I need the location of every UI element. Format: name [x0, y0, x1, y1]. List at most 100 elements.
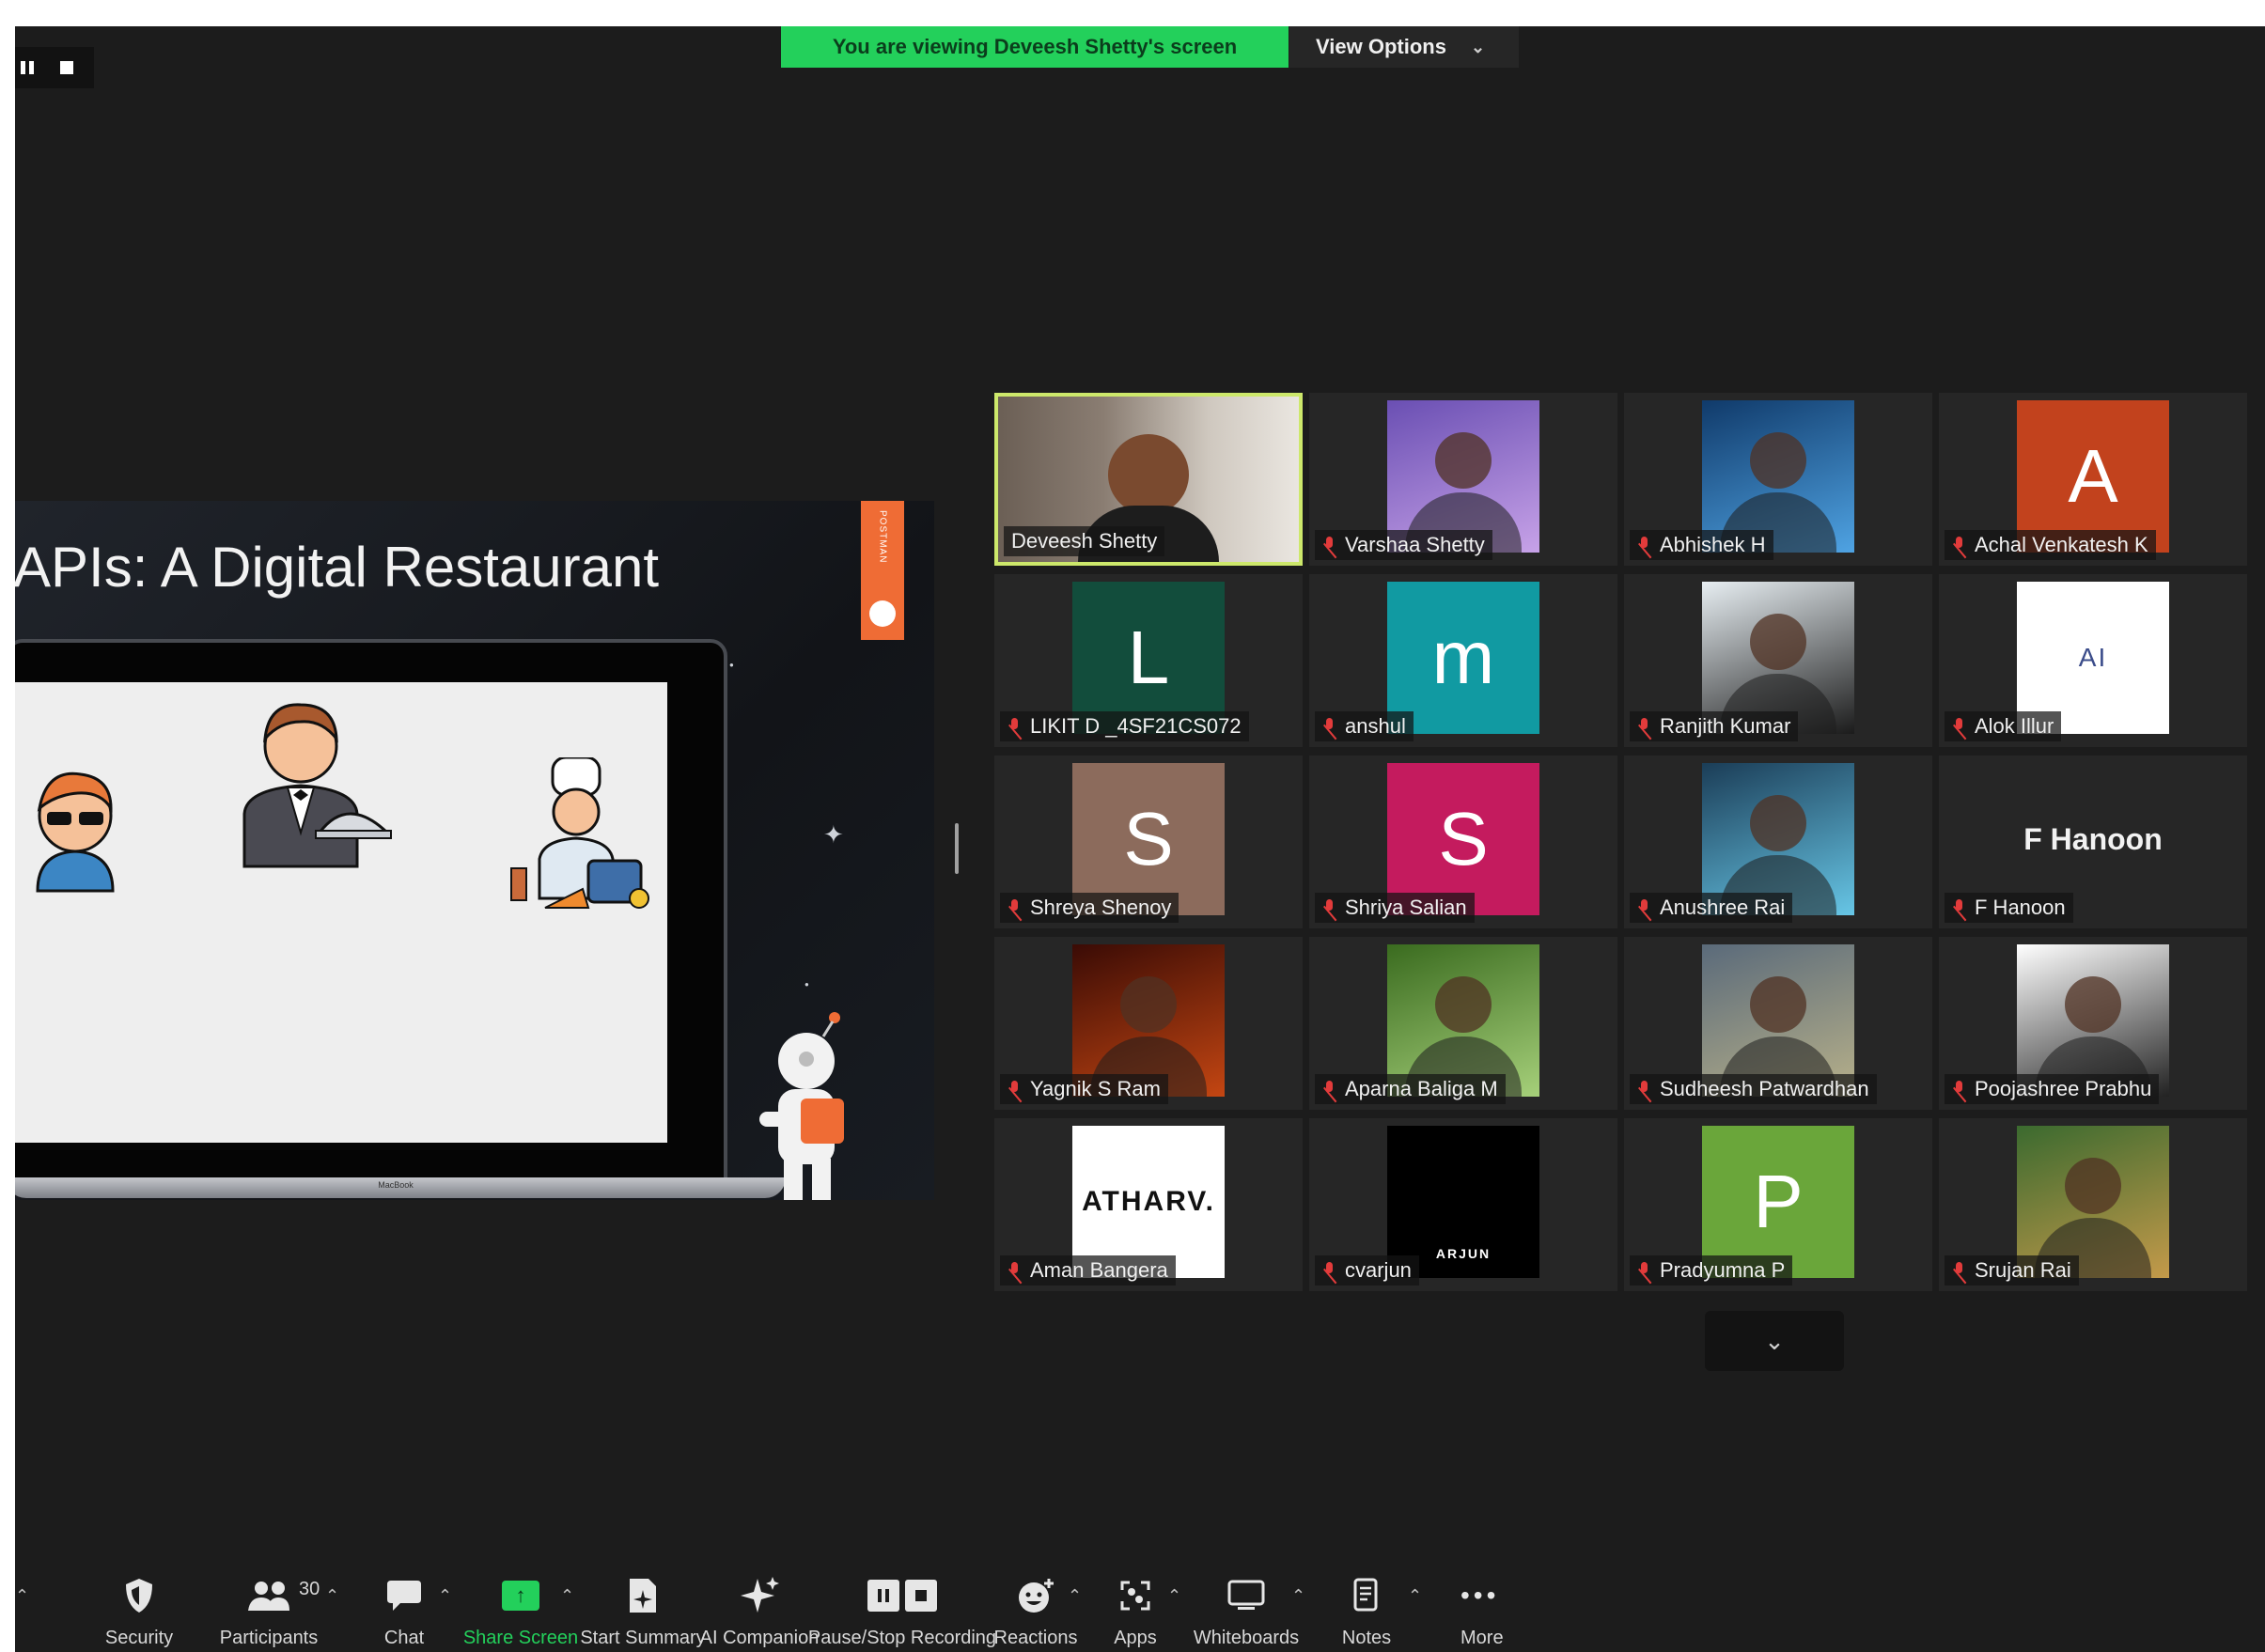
- apps-button[interactable]: Apps: [1098, 1573, 1173, 1652]
- shield-icon: [122, 1573, 156, 1618]
- participant-name: Sudheesh Patwardhan: [1660, 1077, 1869, 1100]
- smiley-icon: [1017, 1573, 1054, 1618]
- reactions-label: Reactions: [993, 1628, 1078, 1648]
- participant-tile[interactable]: AI Alok Illur: [1939, 574, 2247, 747]
- participant-name-label: Abhishek H: [1630, 530, 1773, 560]
- participant-name-label: Alok Illur: [1945, 711, 2062, 741]
- whiteboards-button[interactable]: Whiteboards: [1180, 1573, 1312, 1652]
- participant-name: Pradyumna P: [1660, 1258, 1786, 1282]
- sparkle-icon: [739, 1573, 780, 1618]
- apps-icon: [1118, 1573, 1152, 1618]
- split-view-divider[interactable]: [955, 823, 959, 874]
- laptop-brand: MacBook: [378, 1180, 414, 1190]
- more-button[interactable]: ••• More: [1461, 1573, 1536, 1652]
- participant-tile[interactable]: Deveesh Shetty: [994, 393, 1303, 566]
- participant-name: Achal Venkatesh K: [1975, 533, 2148, 556]
- participant-name: Varshaa Shetty: [1345, 533, 1485, 556]
- caret-up-icon[interactable]: ⌃: [1408, 1586, 1422, 1606]
- chevron-down-icon: ⌄: [1470, 37, 1486, 56]
- chef-icon: [510, 757, 649, 909]
- participant-name: Shreya Shenoy: [1030, 896, 1172, 919]
- star-icon: ●: [729, 661, 734, 669]
- participants-button[interactable]: 30 Participants: [203, 1573, 335, 1652]
- whiteboards-label: Whiteboards: [1193, 1628, 1300, 1648]
- person-head: [1750, 614, 1806, 670]
- participant-name: anshul: [1345, 714, 1406, 738]
- participant-tile[interactable]: Poojashree Prabhu: [1939, 937, 2247, 1110]
- postman-logo-icon: [869, 600, 896, 627]
- muted-mic-icon: [1637, 1262, 1652, 1285]
- participant-tile[interactable]: P Pradyumna P: [1624, 1118, 1932, 1291]
- star-icon: ●: [804, 980, 809, 989]
- participant-name-label: Ranjith Kumar: [1630, 711, 1799, 741]
- security-button[interactable]: Security: [73, 1573, 205, 1652]
- caret-up-icon[interactable]: ⌃: [15, 1586, 29, 1606]
- person-head: [2065, 976, 2121, 1033]
- chat-button[interactable]: Chat: [357, 1573, 451, 1652]
- participant-name-label: Shriya Salian: [1315, 893, 1475, 923]
- recording-icon: [867, 1573, 937, 1618]
- caret-up-icon[interactable]: ⌃: [325, 1586, 339, 1606]
- caret-up-icon[interactable]: ⌃: [1291, 1586, 1305, 1606]
- participant-name: Poojashree Prabhu: [1975, 1077, 2152, 1100]
- notes-button[interactable]: Notes: [1320, 1573, 1414, 1652]
- participant-tile[interactable]: ARJUN cvarjun: [1309, 1118, 1617, 1291]
- apps-label: Apps: [1114, 1628, 1157, 1648]
- participant-tile[interactable]: S Shreya Shenoy: [994, 756, 1303, 928]
- participant-name: Yagnik S Ram: [1030, 1077, 1161, 1100]
- participant-name: Deveesh Shetty: [1011, 529, 1158, 553]
- participant-name: Abhishek H: [1660, 533, 1766, 556]
- view-options-label: View Options: [1316, 35, 1446, 58]
- participant-tile[interactable]: ATHARV. Aman Bangera: [994, 1118, 1303, 1291]
- caret-up-icon[interactable]: ⌃: [1167, 1586, 1181, 1606]
- participant-tile[interactable]: Abhishek H: [1624, 393, 1932, 566]
- participant-tile[interactable]: S Shriya Salian: [1309, 756, 1617, 928]
- gallery-next-page-button[interactable]: ⌄: [1705, 1311, 1844, 1371]
- participant-name-label: Sudheesh Patwardhan: [1630, 1074, 1877, 1104]
- reactions-button[interactable]: Reactions: [979, 1573, 1092, 1652]
- zoom-meeting-window: You are viewing Deveesh Shetty's screen …: [15, 26, 2265, 1652]
- participant-tile[interactable]: Yagnik S Ram: [994, 937, 1303, 1110]
- customer-icon: [36, 771, 115, 893]
- pause-icon[interactable]: [21, 61, 34, 74]
- slide-title: APIs: A Digital Restaurant: [15, 536, 660, 599]
- participant-tile[interactable]: Sudheesh Patwardhan: [1624, 937, 1932, 1110]
- muted-mic-icon: [1637, 1081, 1652, 1103]
- participant-name: Alok Illur: [1975, 714, 2054, 738]
- participant-tile[interactable]: m anshul: [1309, 574, 1617, 747]
- participant-name-label: Aman Bangera: [1000, 1255, 1176, 1286]
- participant-name-label: anshul: [1315, 711, 1414, 741]
- participant-tile[interactable]: Aparna Baliga M: [1309, 937, 1617, 1110]
- stop-icon[interactable]: [60, 61, 73, 74]
- security-label: Security: [104, 1628, 174, 1648]
- muted-mic-icon: [1637, 537, 1652, 559]
- participant-name-label: Yagnik S Ram: [1000, 1074, 1168, 1104]
- caret-up-icon[interactable]: ⌃: [1068, 1586, 1082, 1606]
- participant-name: cvarjun: [1345, 1258, 1412, 1282]
- avatar-initial: S: [1123, 797, 1174, 881]
- avatar-initial: m: [1431, 616, 1495, 699]
- caret-up-icon[interactable]: ⌃: [438, 1586, 452, 1606]
- participant-name-label: LIKIT D _4SF21CS072: [1000, 711, 1249, 741]
- participant-name-label: Shreya Shenoy: [1000, 893, 1179, 923]
- ai-companion-label: AI Companion: [699, 1628, 820, 1648]
- chat-icon: [385, 1573, 423, 1618]
- pause-stop-recording-button[interactable]: Pause/Stop Recording: [804, 1573, 1001, 1652]
- view-options-button[interactable]: View Options ⌄: [1289, 26, 1519, 68]
- participant-tile[interactable]: Srujan Rai: [1939, 1118, 2247, 1291]
- participant-tile[interactable]: Ranjith Kumar: [1624, 574, 1932, 747]
- star-icon: ✦: [823, 820, 844, 849]
- participant-tile[interactable]: Varshaa Shetty: [1309, 393, 1617, 566]
- participant-name-label: Aparna Baliga M: [1315, 1074, 1506, 1104]
- muted-mic-icon: [1322, 718, 1337, 740]
- person-head: [1435, 432, 1492, 489]
- muted-mic-icon: [1008, 1081, 1023, 1103]
- participant-tile[interactable]: F Hanoon F Hanoon: [1939, 756, 2247, 928]
- participant-tile[interactable]: Anushree Rai: [1624, 756, 1932, 928]
- astronaut-icon: [759, 1012, 844, 1200]
- participant-name-label: F Hanoon: [1945, 893, 2073, 923]
- person-head: [1750, 795, 1806, 851]
- avatar-initial: P: [1753, 1160, 1804, 1243]
- participant-tile[interactable]: A Achal Venkatesh K: [1939, 393, 2247, 566]
- participant-tile[interactable]: L LIKIT D _4SF21CS072: [994, 574, 1303, 747]
